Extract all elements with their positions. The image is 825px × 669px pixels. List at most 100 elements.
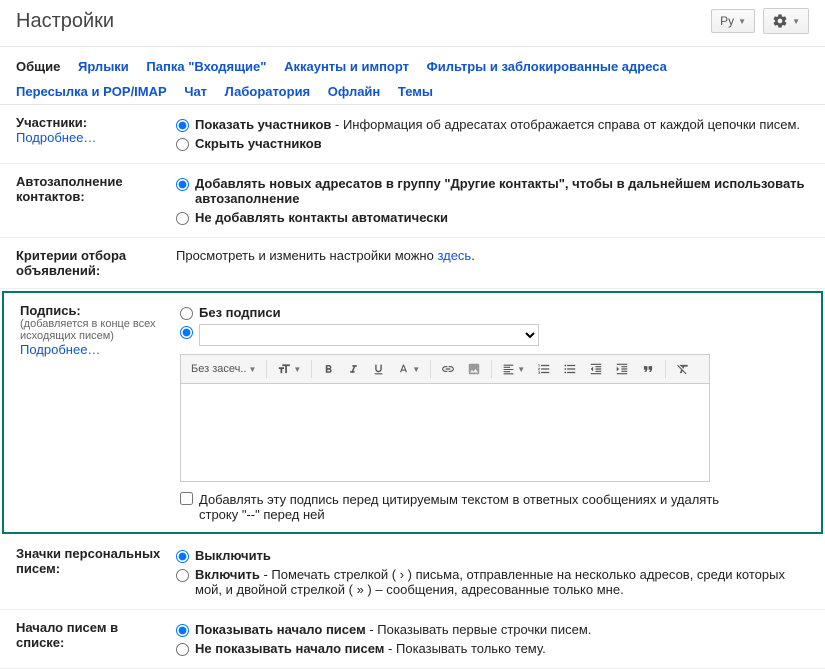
chevron-down-icon: ▼	[738, 17, 746, 26]
autocomplete-add-radio[interactable]	[176, 178, 189, 191]
section-snippets: Начало писем в списке: Показывать начало…	[0, 610, 825, 669]
gear-icon	[772, 13, 788, 29]
signature-none-radio[interactable]	[180, 307, 193, 320]
indent-more-button[interactable]	[611, 359, 633, 379]
indent-increase-icon	[615, 362, 629, 376]
snippets-title: Начало писем в списке:	[16, 620, 166, 650]
bold-icon	[322, 363, 335, 376]
indent-decrease-icon	[589, 362, 603, 376]
signature-before-quote-checkbox[interactable]	[180, 492, 193, 505]
clear-format-icon	[676, 362, 690, 376]
image-button[interactable]	[463, 359, 485, 379]
indicators-on-label: Включить	[195, 567, 260, 582]
snippets-show-label: Показывать начало писем	[195, 622, 366, 637]
indent-less-button[interactable]	[585, 359, 607, 379]
tab-inbox[interactable]: Папка "Входящие"	[146, 55, 266, 80]
chevron-down-icon: ▼	[248, 365, 256, 374]
clear-format-button[interactable]	[672, 359, 694, 379]
align-button[interactable]: ▼	[498, 360, 529, 379]
signature-learn-more-link[interactable]: Подробнее…	[20, 342, 170, 357]
indicators-title: Значки персональных писем:	[16, 546, 166, 576]
section-participants: Участники: Подробнее… Показать участнико…	[0, 105, 825, 164]
font-family-button[interactable]: Без засеч.. ▼	[187, 360, 260, 378]
participants-title: Участники:	[16, 115, 166, 130]
criteria-title: Критерии отбора объявлений:	[16, 248, 166, 278]
align-left-icon	[502, 363, 515, 376]
participants-show-radio[interactable]	[176, 119, 189, 132]
bold-button[interactable]	[318, 360, 339, 379]
indicators-on-radio[interactable]	[176, 569, 189, 582]
snippets-hide-label: Не показывать начало писем	[195, 641, 384, 656]
section-indicators: Значки персональных писем: Выключить Вкл…	[0, 536, 825, 610]
separator	[430, 360, 431, 378]
signature-before-quote-label: Добавлять эту подпись перед цитируемым т…	[199, 492, 740, 522]
section-autocomplete: Автозаполнение контактов: Добавлять новы…	[0, 164, 825, 238]
autocomplete-add-label: Добавлять новых адресатов в группу "Друг…	[195, 176, 809, 206]
underline-button[interactable]	[368, 360, 389, 379]
tab-labels[interactable]: Ярлыки	[78, 55, 129, 80]
snippets-show-desc: - Показывать первые строчки писем.	[366, 622, 592, 637]
link-icon	[441, 362, 455, 376]
page-title: Настройки	[16, 10, 711, 33]
italic-icon	[347, 363, 360, 376]
italic-button[interactable]	[343, 360, 364, 379]
underline-icon	[372, 363, 385, 376]
indicators-on-desc: - Помечать стрелкой ( › ) письма, отправ…	[195, 567, 785, 597]
participants-hide-label: Скрыть участников	[195, 136, 322, 151]
chevron-down-icon: ▼	[293, 365, 301, 374]
tab-labs[interactable]: Лаборатория	[225, 80, 310, 105]
section-ad-criteria: Критерии отбора объявлений: Просмотреть …	[0, 238, 825, 289]
settings-gear-button[interactable]: ▼	[763, 8, 809, 34]
font-size-button[interactable]: ▼	[273, 359, 305, 379]
separator	[665, 360, 666, 378]
signature-select[interactable]	[199, 324, 539, 346]
separator	[311, 360, 312, 378]
section-signature: Подпись: (добавляется в конце всех исход…	[2, 291, 823, 534]
tab-chat[interactable]: Чат	[184, 80, 207, 105]
indicators-off-label: Выключить	[195, 548, 271, 563]
tab-accounts[interactable]: Аккаунты и импорт	[284, 55, 409, 80]
participants-show-desc: - Информация об адресатах отображается с…	[331, 117, 800, 132]
snippets-hide-desc: - Показывать только тему.	[384, 641, 545, 656]
tab-offline[interactable]: Офлайн	[328, 80, 381, 105]
snippets-hide-radio[interactable]	[176, 643, 189, 656]
bullet-list-button[interactable]	[559, 359, 581, 379]
quote-button[interactable]	[637, 359, 659, 379]
signature-none-label: Без подписи	[199, 305, 281, 320]
signature-note: (добавляется в конце всех исходящих писе…	[20, 318, 170, 342]
link-button[interactable]	[437, 359, 459, 379]
signature-editor[interactable]	[180, 384, 710, 482]
numbered-list-button[interactable]	[533, 359, 555, 379]
tab-filters[interactable]: Фильтры и заблокированные адреса	[427, 55, 667, 80]
signature-use-radio[interactable]	[180, 326, 193, 339]
quote-icon	[641, 362, 655, 376]
autocomplete-noadd-label: Не добавлять контакты автоматически	[195, 210, 448, 225]
image-icon	[467, 362, 481, 376]
separator	[266, 360, 267, 378]
numbered-list-icon	[537, 362, 551, 376]
tab-themes[interactable]: Темы	[398, 80, 433, 105]
autocomplete-title: Автозаполнение контактов:	[16, 174, 166, 204]
participants-show-label: Показать участников	[195, 117, 331, 132]
page-header: Настройки Ру ▼ ▼	[0, 0, 825, 47]
signature-title: Подпись:	[20, 303, 170, 318]
bullet-list-icon	[563, 362, 577, 376]
criteria-here-link[interactable]: здесь	[437, 248, 471, 263]
tab-general[interactable]: Общие	[16, 55, 60, 80]
indicators-off-radio[interactable]	[176, 550, 189, 563]
chevron-down-icon: ▼	[412, 365, 420, 374]
participants-hide-radio[interactable]	[176, 138, 189, 151]
criteria-text: Просмотреть и изменить настройки можно	[176, 248, 437, 263]
text-color-icon	[397, 363, 410, 376]
participants-learn-more-link[interactable]: Подробнее…	[16, 130, 166, 145]
text-color-button[interactable]: ▼	[393, 360, 424, 379]
language-button[interactable]: Ру ▼	[711, 9, 755, 33]
tab-forwarding[interactable]: Пересылка и POP/IMAP	[16, 80, 167, 105]
text-size-icon	[277, 362, 291, 376]
autocomplete-noadd-radio[interactable]	[176, 212, 189, 225]
snippets-show-radio[interactable]	[176, 624, 189, 637]
separator	[491, 360, 492, 378]
chevron-down-icon: ▼	[792, 17, 800, 26]
criteria-dot: .	[471, 248, 475, 263]
settings-tabs: Общие Ярлыки Папка "Входящие" Аккаунты и…	[0, 47, 825, 105]
